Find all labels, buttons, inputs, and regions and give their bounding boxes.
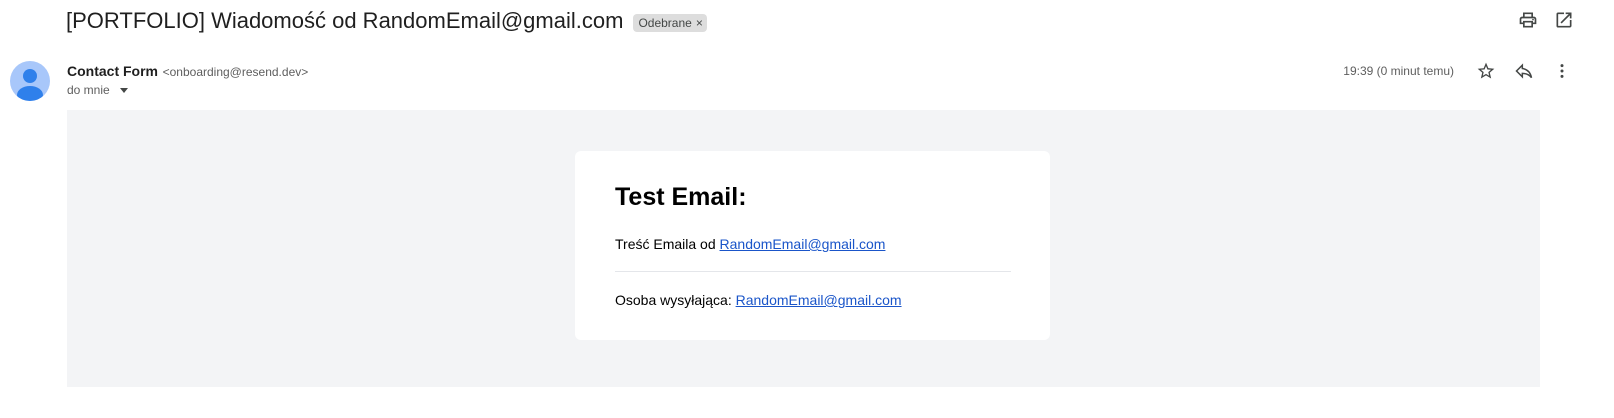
star-icon[interactable] (1474, 59, 1498, 83)
email-card: Test Email: Treść Emaila od RandomEmail@… (575, 151, 1050, 340)
sender-info: Contact Form <onboarding@resend.dev> (67, 63, 308, 79)
content-email-link[interactable]: RandomEmail@gmail.com (720, 236, 886, 252)
label-chip-text: Odebrane (638, 15, 692, 30)
top-actions (1516, 8, 1576, 32)
recipient-details-toggle[interactable]: do mnie (67, 83, 128, 97)
subject-row: [PORTFOLIO] Wiadomość od RandomEmail@gma… (66, 6, 707, 36)
reply-icon[interactable] (1512, 59, 1536, 83)
remove-label-icon[interactable]: × (696, 16, 703, 30)
email-sender-line: Osoba wysyłająca: RandomEmail@gmail.com (615, 292, 902, 308)
chevron-down-icon (119, 87, 128, 93)
more-vert-icon[interactable] (1550, 59, 1574, 83)
default-avatar-icon (17, 69, 43, 101)
divider (615, 271, 1011, 272)
recipient-label: do mnie (67, 83, 110, 97)
open-in-new-window-icon[interactable] (1552, 8, 1576, 32)
email-subject: [PORTFOLIO] Wiadomość od RandomEmail@gma… (66, 8, 624, 33)
email-body-container: Test Email: Treść Emaila od RandomEmail@… (67, 110, 1540, 387)
avatar[interactable] (10, 61, 50, 101)
email-card-title: Test Email: (615, 183, 747, 211)
message-timestamp: 19:39 (0 minut temu) (1343, 64, 1454, 78)
email-sender-prefix: Osoba wysyłająca: (615, 292, 732, 308)
email-content-prefix: Treść Emaila od (615, 236, 716, 252)
email-content-line: Treść Emaila od RandomEmail@gmail.com (615, 236, 885, 252)
label-chip-inbox[interactable]: Odebrane × (633, 13, 707, 32)
sender-email: <onboarding@resend.dev> (162, 65, 309, 79)
sender-email-link[interactable]: RandomEmail@gmail.com (736, 292, 902, 308)
print-icon[interactable] (1516, 8, 1540, 32)
message-meta: 19:39 (0 minut temu) (1343, 59, 1574, 83)
sender-name[interactable]: Contact Form (67, 63, 158, 79)
